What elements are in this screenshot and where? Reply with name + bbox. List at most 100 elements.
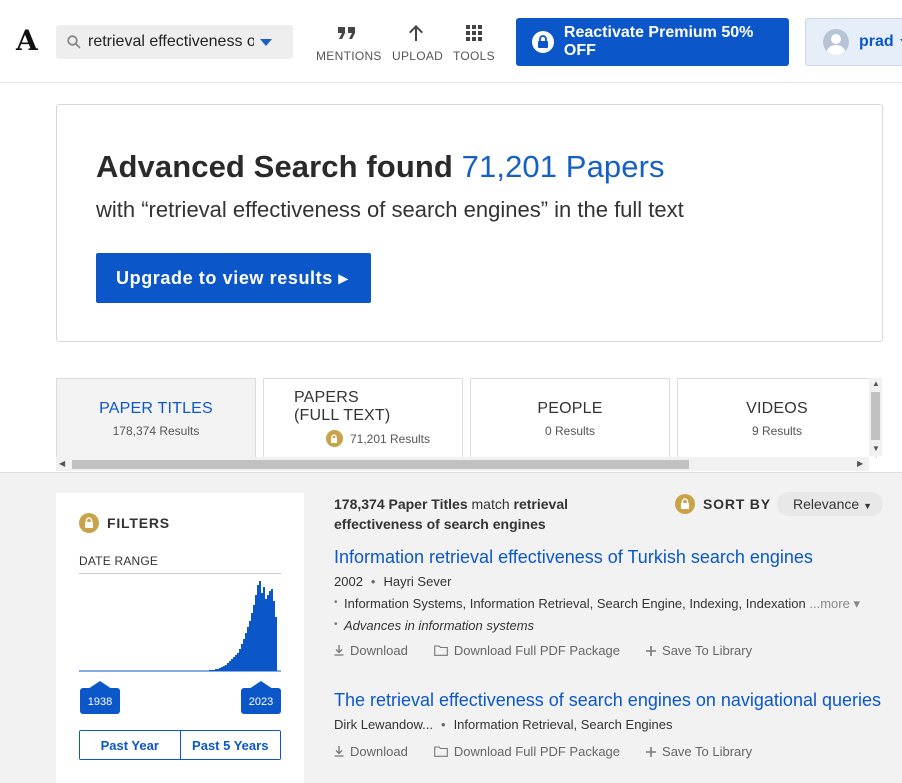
tab-results: 9 Results: [751, 424, 803, 438]
histogram-bar: [251, 613, 253, 671]
download-pdf-package-button[interactable]: Download Full PDF Package: [433, 744, 620, 759]
folder-icon: [433, 746, 448, 757]
tab-results: 178,374 Results: [112, 424, 200, 438]
scrollbar-thumb[interactable]: [72, 460, 689, 469]
user-menu[interactable]: prad: [805, 18, 902, 66]
histogram-bar: [259, 581, 261, 671]
histogram-bar: [267, 595, 269, 671]
save-to-library-button[interactable]: Save To Library: [646, 643, 752, 658]
divider: [79, 573, 281, 574]
past-year-button[interactable]: Past Year: [80, 731, 180, 759]
filters-heading: FILTERS: [107, 515, 170, 531]
search-icon: [67, 35, 81, 49]
search-box[interactable]: [56, 25, 293, 59]
date-range-start-handle[interactable]: 1938: [80, 681, 120, 714]
search-options-dropdown-icon[interactable]: [260, 38, 272, 46]
filters-panel: FILTERS DATE RANGE 1938 2023 Past Year P…: [56, 493, 304, 783]
histogram-bar: [213, 670, 215, 671]
lock-icon: [675, 494, 695, 514]
tabs-horizontal-scrollbar[interactable]: ◀ ▶: [56, 457, 869, 471]
histogram-bar: [247, 627, 249, 671]
upgrade-button[interactable]: Upgrade to view results ▸: [96, 253, 371, 303]
lock-icon: [79, 513, 99, 533]
user-name: prad: [859, 33, 894, 50]
mentions-button[interactable]: MENTIONS: [316, 22, 381, 63]
histogram-bar: [273, 601, 275, 671]
paper-keywords: Information Systems, Information Retriev…: [344, 596, 806, 611]
grid-icon: [453, 22, 494, 44]
histogram-bar: [211, 670, 213, 671]
search-input[interactable]: [88, 33, 254, 51]
folder-icon: [433, 645, 448, 656]
paper-result: The retrieval effectiveness of search en…: [334, 690, 894, 759]
histogram-bar: [245, 633, 247, 671]
histogram-bar: [255, 595, 257, 671]
more-keywords-link[interactable]: ...more ▾: [809, 596, 860, 611]
paper-author[interactable]: Hayri Sever: [383, 574, 451, 589]
tab-title: PAPER TITLES: [99, 400, 213, 417]
histogram-bar: [227, 663, 229, 671]
histogram-bar: [237, 653, 239, 671]
plus-icon: [646, 645, 657, 656]
histogram-bar: [269, 591, 271, 671]
sort-by-label: SORT BY: [703, 496, 771, 512]
tools-button[interactable]: TOOLS: [453, 22, 495, 63]
histogram-bar: [223, 666, 225, 671]
page-title: Advanced Search found 71,201 Papers: [96, 149, 665, 184]
histogram-bar: [239, 649, 241, 671]
download-icon: [334, 746, 344, 757]
histogram-bar: [275, 617, 277, 671]
top-bar: A MENTIONS UPLOAD: [0, 0, 902, 83]
download-icon: [334, 645, 344, 656]
sort-select[interactable]: Relevance ▼: [777, 492, 883, 516]
tab-paper-titles[interactable]: PAPER TITLES 178,374 Results: [56, 378, 256, 458]
histogram-bar: [225, 665, 227, 671]
tools-label: TOOLS: [453, 49, 495, 63]
paper-title-link[interactable]: The retrieval effectiveness of search en…: [334, 690, 894, 711]
tab-results: 71,201 Results: [349, 431, 431, 446]
tab-papers-full-text[interactable]: PAPERS (FULL TEXT) 71,201 Results: [263, 378, 463, 458]
histogram-bar: [209, 670, 211, 671]
histogram-bar: [249, 621, 251, 671]
paper-journal: Advances in information systems: [334, 618, 894, 633]
search-summary-card: Advanced Search found 71,201 Papers with…: [56, 104, 883, 342]
paper-author[interactable]: Dirk Lewandow...: [334, 717, 433, 732]
tab-title-line2: (FULL TEXT): [294, 407, 391, 424]
download-pdf-package-button[interactable]: Download Full PDF Package: [433, 643, 620, 658]
chevron-down-icon: ▼: [863, 501, 873, 511]
histogram-bar: [265, 599, 267, 671]
premium-label: Reactivate Premium 50% OFF: [563, 24, 754, 59]
tab-people[interactable]: PEOPLE 0 Results: [470, 378, 670, 458]
quote-icon: [316, 22, 378, 44]
tab-title: PAPERS: [294, 389, 359, 406]
results-summary: 178,374 Paper Titles match retrieval eff…: [334, 496, 568, 532]
reactivate-premium-button[interactable]: Reactivate Premium 50% OFF: [516, 18, 789, 66]
histogram-bar: [217, 669, 219, 671]
paper-title-link[interactable]: Information retrieval effectiveness of T…: [334, 547, 894, 568]
scrollbar-thumb[interactable]: [871, 392, 880, 440]
upload-button[interactable]: UPLOAD: [392, 22, 443, 63]
tab-videos[interactable]: VIDEOS 9 Results: [677, 378, 877, 458]
histogram-bar: [231, 659, 233, 671]
histogram-bar: [253, 605, 255, 671]
download-button[interactable]: Download: [334, 744, 408, 759]
histogram-bar: [271, 589, 273, 671]
histogram-bar: [219, 668, 221, 671]
lock-icon: [325, 430, 343, 447]
save-to-library-button[interactable]: Save To Library: [646, 744, 752, 759]
avatar: [823, 29, 849, 55]
tabs-vertical-scrollbar[interactable]: ▲ ▼: [869, 378, 882, 456]
academia-logo[interactable]: A: [16, 24, 38, 57]
date-range-end-handle[interactable]: 2023: [241, 681, 281, 714]
upload-arrow-icon: [392, 22, 440, 44]
histogram-bar: [235, 655, 237, 671]
histogram-bar: [257, 585, 259, 671]
past-5-years-button[interactable]: Past 5 Years: [179, 731, 280, 759]
histogram-bar: [233, 657, 235, 671]
histogram-bar: [261, 593, 263, 671]
plus-icon: [646, 746, 657, 757]
histogram-bar: [215, 669, 217, 671]
tab-title: PEOPLE: [537, 400, 603, 417]
date-histogram: [79, 581, 281, 672]
download-button[interactable]: Download: [334, 643, 408, 658]
